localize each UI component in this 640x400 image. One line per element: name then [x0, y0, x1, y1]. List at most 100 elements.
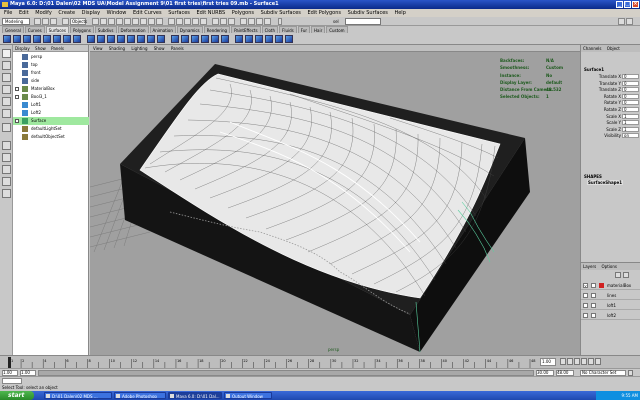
menu-subdiv-surfaces-2[interactable]: Subdiv Surfaces: [348, 10, 388, 16]
tab-dynamics[interactable]: Dynamics: [176, 26, 203, 33]
last-tool-icon[interactable]: [2, 123, 11, 132]
outliner-item[interactable]: Loft2: [13, 109, 89, 117]
sel-dropdown-icon[interactable]: [278, 18, 282, 25]
channel-row[interactable]: Scale X1: [581, 113, 640, 120]
new-layer-selected-icon[interactable]: [623, 272, 629, 278]
show-channel-box-icon[interactable]: [626, 18, 633, 25]
perspective-viewport[interactable]: View Shading Lighting Show Panels Backfa…: [90, 45, 580, 355]
channel-row[interactable]: Rotate Z0: [581, 107, 640, 113]
channel-row[interactable]: Scale Y1: [581, 120, 640, 126]
mask-dynamics-icon[interactable]: [140, 18, 147, 25]
render-view-icon[interactable]: [240, 18, 247, 25]
single-perspective-layout-icon[interactable]: [2, 141, 11, 150]
tab-cloth[interactable]: Cloth: [261, 26, 279, 33]
boolean-icon[interactable]: [255, 35, 263, 43]
mask-handles-icon[interactable]: [100, 18, 107, 25]
nurbs-sphere-icon[interactable]: [3, 35, 11, 43]
hypershade-layout-icon[interactable]: [2, 189, 11, 198]
channel-row[interactable]: Translate X0: [581, 74, 640, 80]
mask-curves-icon[interactable]: [116, 18, 123, 25]
tab-deformation[interactable]: Deformation: [117, 26, 149, 33]
mode-selector[interactable]: Modeling: [2, 18, 30, 25]
open-scene-icon[interactable]: [42, 18, 49, 25]
layer-display-type-toggle[interactable]: [591, 303, 596, 308]
tab-curves[interactable]: Curves: [24, 26, 45, 33]
time-slider[interactable]: 1 2 4 6 8 10 12 14 16 18 20 22 24 26 28 30 32 34 36 38 40 42 4…: [0, 355, 640, 368]
layer-color-swatch[interactable]: [599, 293, 604, 298]
outliner-item[interactable]: Bool3_1: [13, 93, 89, 101]
channel-value-field[interactable]: 0: [622, 74, 639, 79]
outliner-menu-show[interactable]: Show: [35, 46, 46, 51]
select-hierarchy-icon[interactable]: [62, 18, 69, 25]
layer-row[interactable]: loft2: [581, 311, 640, 320]
go-to-end-icon[interactable]: [595, 358, 601, 365]
channels-menu[interactable]: Channels: [583, 46, 602, 51]
tab-fluids[interactable]: Fluids: [279, 26, 297, 33]
persp-graph-layout-icon[interactable]: [2, 177, 11, 186]
outliner-item[interactable]: persp: [13, 53, 89, 61]
tab-animation[interactable]: Animation: [149, 26, 176, 33]
menu-modify[interactable]: Modify: [35, 10, 52, 16]
channel-row[interactable]: Rotate X0: [581, 93, 640, 100]
new-layer-icon[interactable]: [615, 272, 621, 278]
channel-value-field[interactable]: 0: [622, 80, 639, 86]
outliner-item[interactable]: side: [13, 77, 89, 85]
four-view-layout-icon[interactable]: [2, 153, 11, 162]
channel-value-field[interactable]: 0: [622, 93, 639, 99]
layer-display-type-toggle[interactable]: [591, 283, 596, 288]
viewport-menu-view[interactable]: View: [93, 46, 103, 51]
command-line[interactable]: [2, 378, 22, 384]
extend-surfaces-icon[interactable]: [221, 35, 229, 43]
outliner-item[interactable]: Surface: [13, 117, 89, 125]
channel-value-field[interactable]: 0: [622, 87, 639, 93]
task-maya[interactable]: Maya 6.0: D:\01 Dal...: [168, 392, 222, 399]
go-to-start-icon[interactable]: [560, 358, 566, 365]
nurbs-circle-icon[interactable]: [63, 35, 71, 43]
move-tool-icon[interactable]: [2, 73, 11, 82]
tab-custom[interactable]: Custom: [326, 26, 348, 33]
channel-value-field[interactable]: 0: [622, 107, 639, 112]
render-current-icon[interactable]: [248, 18, 255, 25]
expand-icon[interactable]: [15, 95, 19, 99]
align-surfaces-icon[interactable]: [201, 35, 209, 43]
nurbs-cube-icon[interactable]: [13, 35, 21, 43]
nurbs-cylinder-icon[interactable]: [23, 35, 31, 43]
outliner-menu-panels[interactable]: Panels: [51, 46, 64, 51]
tab-fur[interactable]: Fur: [297, 26, 310, 33]
mask-deform-icon[interactable]: [132, 18, 139, 25]
current-time-field[interactable]: 1.00: [540, 358, 556, 366]
task-explorer[interactable]: D:\01 Dalen\02 MDS ...: [44, 392, 112, 399]
square-surface-icon[interactable]: [147, 35, 155, 43]
construction-history-icon[interactable]: [228, 18, 235, 25]
insert-isoparm-icon[interactable]: [171, 35, 179, 43]
extrude-icon[interactable]: [117, 35, 125, 43]
manipulator-tool-icon[interactable]: [2, 109, 11, 118]
outliner-item[interactable]: top: [13, 61, 89, 69]
nurbs-square-icon[interactable]: [73, 35, 81, 43]
layer-display-type-toggle[interactable]: [591, 293, 596, 298]
maximize-button[interactable]: □: [624, 1, 631, 8]
quick-select-field[interactable]: [345, 18, 381, 25]
channel-row[interactable]: Scale Z1: [581, 126, 640, 133]
planar-icon[interactable]: [107, 35, 115, 43]
untrim-icon[interactable]: [245, 35, 253, 43]
channel-value-field[interactable]: 1: [622, 120, 639, 126]
tab-subdivs[interactable]: Subdivs: [94, 26, 117, 33]
trim-tool-icon[interactable]: [235, 35, 243, 43]
loft-icon[interactable]: [97, 35, 105, 43]
history-output-icon[interactable]: [220, 18, 227, 25]
persp-outliner-layout-icon[interactable]: [2, 165, 11, 174]
objects-mode-field[interactable]: Objects: [70, 18, 87, 25]
revolve-icon[interactable]: [87, 35, 95, 43]
snap-plane-icon[interactable]: [192, 18, 199, 25]
tab-painteffects[interactable]: PaintEffects: [231, 26, 261, 33]
minimize-button[interactable]: _: [616, 1, 623, 8]
step-back-icon[interactable]: [567, 358, 573, 365]
layer-row[interactable]: loft1: [581, 301, 640, 310]
menu-window[interactable]: Window: [107, 10, 127, 16]
menu-edit[interactable]: Edit: [19, 10, 29, 16]
lasso-tool-icon[interactable]: [2, 61, 11, 70]
outliner-item[interactable]: front: [13, 69, 89, 77]
start-button[interactable]: start: [0, 391, 34, 400]
menu-edit-polygons[interactable]: Edit Polygons: [307, 10, 341, 16]
